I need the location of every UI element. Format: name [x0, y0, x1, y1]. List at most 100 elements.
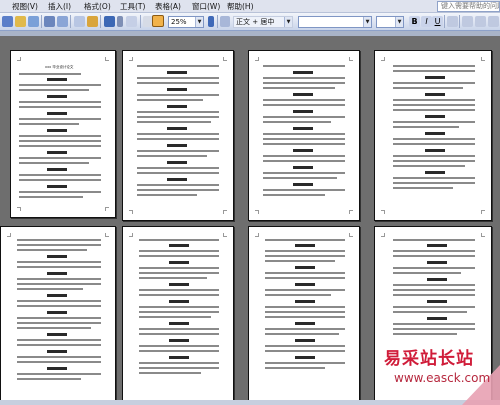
section-heading [295, 300, 315, 303]
research-icon[interactable] [28, 16, 39, 27]
styles-pane-icon[interactable] [220, 16, 230, 27]
menu-window[interactable]: 窗口(W) [192, 1, 220, 12]
section-heading [47, 350, 67, 353]
menu-table[interactable]: 表格(A) [155, 1, 181, 12]
drawing-icon[interactable] [152, 15, 164, 27]
align-justify-icon[interactable] [447, 16, 458, 27]
text-line [137, 99, 203, 101]
text-line [137, 138, 219, 140]
section-heading [47, 311, 67, 314]
style-select[interactable]: 正文 + 居中 ▼ [233, 16, 293, 28]
document-page[interactable] [122, 226, 234, 405]
paste-icon[interactable] [74, 16, 85, 27]
text-line [393, 177, 475, 179]
menu-help[interactable]: 帮助(H) [227, 1, 254, 12]
text-line [19, 84, 101, 86]
text-line [17, 266, 101, 268]
text-line [263, 189, 345, 191]
text-line [265, 333, 339, 335]
text-line [19, 191, 101, 193]
undo-icon[interactable] [104, 16, 115, 27]
zoom-select[interactable]: 25% ▼ [168, 16, 204, 28]
section-heading [169, 300, 189, 303]
text-line [265, 362, 345, 364]
section-heading [169, 339, 189, 342]
section-heading [293, 166, 313, 169]
help-search-input[interactable]: 键入需要帮助的问题 [437, 1, 500, 12]
text-line [19, 89, 89, 91]
text-line [17, 305, 101, 307]
text-line [139, 272, 219, 274]
help-icon[interactable] [208, 16, 214, 27]
text-line [137, 94, 219, 96]
spelling-icon[interactable] [15, 16, 26, 27]
section-heading [47, 151, 67, 154]
redo-icon[interactable] [126, 16, 137, 27]
section-heading [295, 356, 315, 359]
section-heading [47, 367, 67, 370]
document-page[interactable] [248, 226, 360, 405]
text-line [393, 255, 475, 257]
text-line [393, 250, 475, 252]
document-page[interactable] [374, 50, 492, 221]
text-line [19, 145, 101, 147]
text-line [137, 194, 197, 196]
section-heading [295, 283, 315, 286]
font-select[interactable]: ▼ [298, 16, 372, 28]
text-line [393, 126, 459, 128]
section-heading [427, 300, 447, 303]
section-heading [427, 244, 447, 247]
print-preview-icon[interactable] [2, 16, 13, 27]
section-heading [295, 339, 315, 342]
text-line [263, 65, 345, 67]
document-page[interactable]: xxx 毕业设计论文 [10, 50, 116, 218]
italic-icon[interactable]: I [421, 16, 432, 27]
cut-icon[interactable] [44, 16, 55, 27]
text-line [393, 99, 475, 101]
section-heading [169, 244, 189, 247]
text-line [19, 101, 101, 103]
section-heading [169, 261, 189, 264]
text-line [139, 328, 219, 330]
section-heading [47, 185, 67, 188]
margin-corner-mark [129, 57, 133, 61]
text-line [139, 367, 219, 369]
text-line [393, 187, 453, 189]
watermark-logo: 易采站长站 www.easck.com [372, 344, 500, 405]
indent-icon[interactable] [488, 16, 499, 27]
format-painter-icon[interactable] [87, 16, 98, 27]
section-heading [427, 317, 447, 320]
text-line [265, 250, 345, 252]
menu-view[interactable]: 视图(V) [12, 1, 38, 12]
underline-icon[interactable]: U [432, 16, 443, 27]
text-line [19, 174, 101, 176]
text-line [139, 311, 219, 313]
document-page[interactable] [0, 226, 116, 405]
section-heading [47, 168, 67, 171]
numbering-icon[interactable] [462, 16, 473, 27]
section-heading [293, 71, 313, 74]
section-heading [47, 333, 67, 336]
section-heading [425, 171, 445, 174]
section-heading [293, 183, 313, 186]
menu-tools[interactable]: 工具(T) [120, 1, 145, 12]
bullets-icon[interactable] [475, 16, 486, 27]
section-heading [167, 127, 187, 130]
margin-corner-mark [129, 210, 133, 214]
menu-insert[interactable]: 插入(I) [48, 1, 71, 12]
document-page[interactable] [122, 50, 234, 221]
bold-icon[interactable]: B [409, 16, 420, 27]
menu-format[interactable]: 格式(O) [84, 1, 111, 12]
text-line [17, 249, 87, 251]
text-line [17, 344, 101, 346]
document-page[interactable] [248, 50, 360, 221]
section-heading [167, 144, 187, 147]
text-line [139, 277, 207, 279]
font-size-select[interactable]: ▼ [376, 16, 404, 28]
text-line [265, 306, 345, 308]
text-line [263, 82, 345, 84]
undo-dropdown-icon[interactable] [117, 16, 123, 27]
text-line [137, 82, 219, 84]
copy-icon[interactable] [57, 16, 68, 27]
text-line [265, 255, 345, 257]
